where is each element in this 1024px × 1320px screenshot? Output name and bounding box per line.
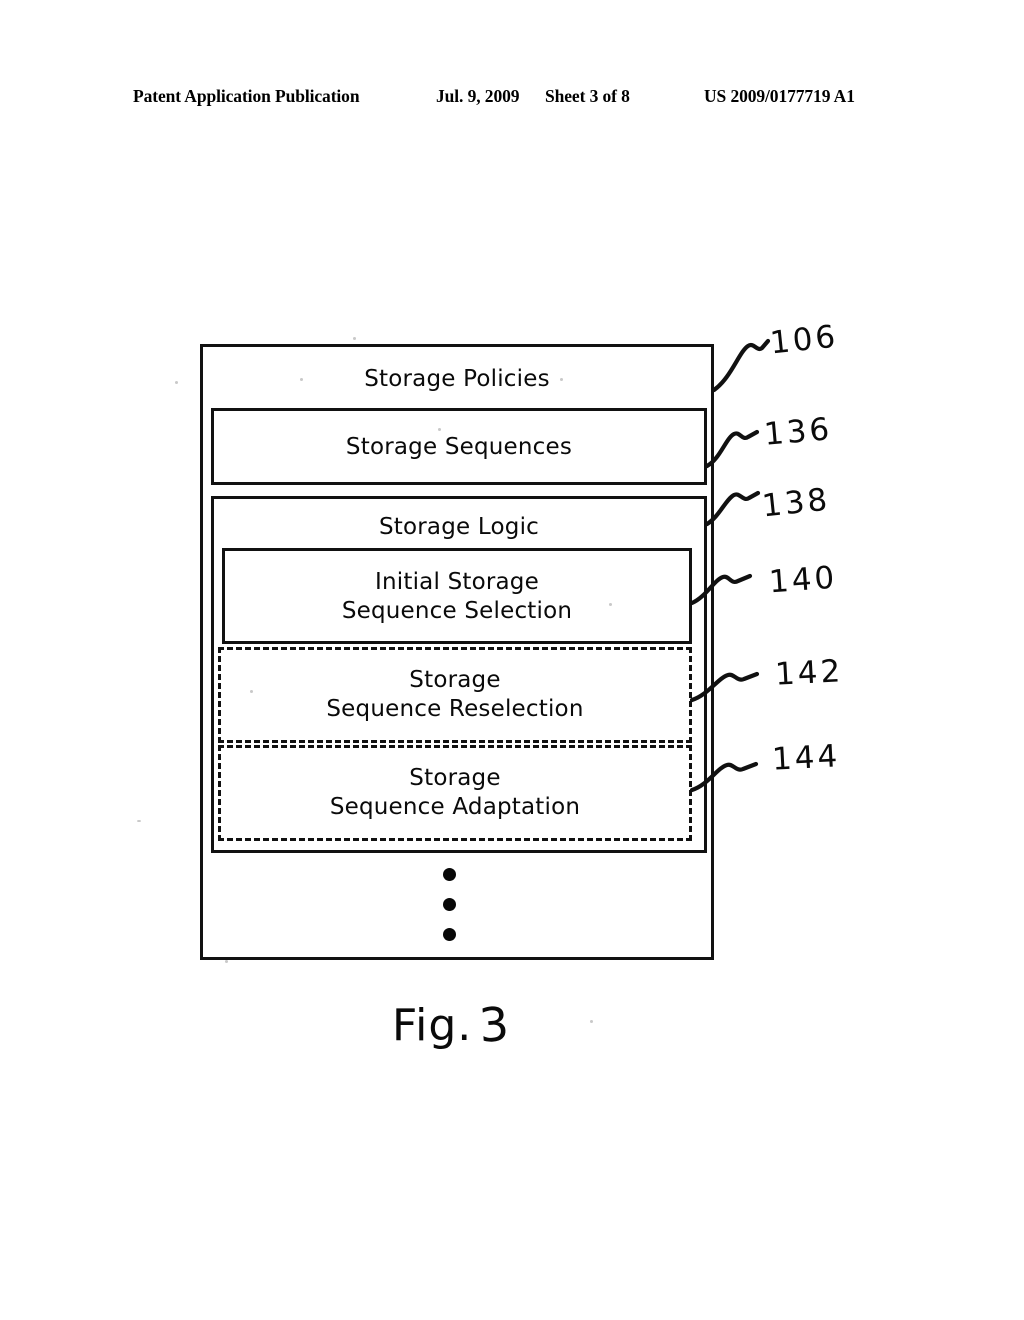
leader-line-106 [711,338,771,393]
scan-speckle [609,603,612,606]
reference-numeral-138: 138 [760,481,832,525]
figure-caption-prefix: Fig. [392,1000,473,1051]
box-label-storage-sequences: Storage Sequences [345,434,573,460]
scan-speckle [225,960,228,963]
ellipsis-dot [443,868,456,881]
box-storage-sequence-reselection: Storage Sequence Reselection [218,647,692,743]
box-label-storage-sequence-reselection: Storage Sequence Reselection [326,667,584,722]
reference-numeral-106: 106 [768,318,840,362]
box-storage-sequences: Storage Sequences [211,408,707,485]
figure-caption: Fig. 3 [392,997,512,1054]
scan-speckle [175,381,178,384]
leader-line-138 [704,490,761,527]
figure-3-diagram: Storage Policies Storage Sequences Stora… [0,0,1024,1320]
leader-line-136 [704,429,760,469]
scan-speckle [300,378,303,381]
reference-numeral-144: 144 [771,738,842,778]
box-label-storage-policies: Storage Policies [364,366,550,392]
scan-speckle [353,337,356,340]
ellipsis-dot [443,898,456,911]
box-label-initial-storage-sequence-selection: Initial Storage Sequence Selection [341,569,573,624]
reference-numeral-140: 140 [767,559,839,601]
box-storage-sequence-adaptation: Storage Sequence Adaptation [218,745,692,841]
vertical-ellipsis-icon [443,868,463,950]
ellipsis-dot [443,928,456,941]
box-initial-storage-sequence-selection: Initial Storage Sequence Selection [222,548,692,644]
reference-numeral-142: 142 [774,653,845,693]
scan-speckle [590,1020,593,1023]
figure-caption-number: 3 [477,997,512,1054]
box-label-storage-sequence-adaptation: Storage Sequence Adaptation [329,765,581,820]
box-label-storage-logic: Storage Logic [378,514,540,540]
scan-speckle [137,820,141,822]
reference-numeral-136: 136 [762,411,834,453]
scan-speckle [250,690,253,693]
scan-speckle [560,378,563,381]
scan-speckle [438,428,441,431]
